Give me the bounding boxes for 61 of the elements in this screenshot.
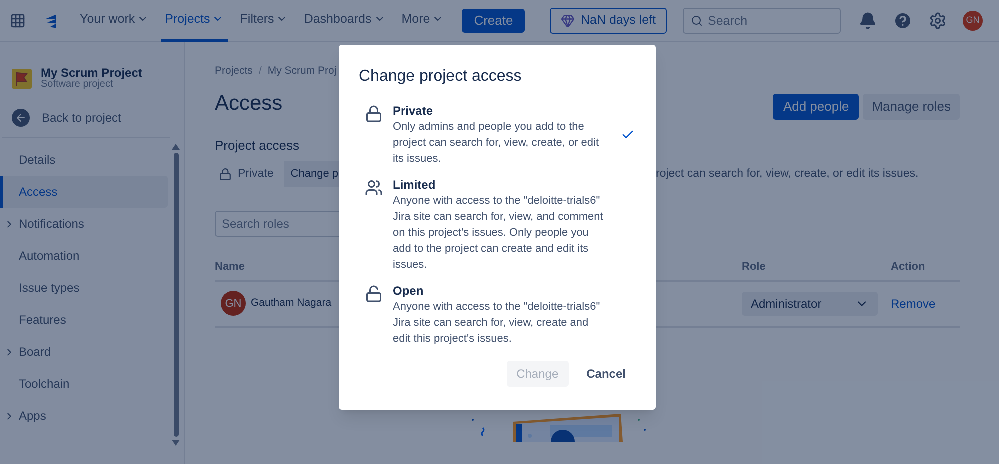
- manage-roles-button[interactable]: Manage roles: [863, 94, 960, 120]
- notifications-icon[interactable]: [859, 12, 877, 30]
- breadcrumb-link[interactable]: My Scrum Proj: [268, 64, 337, 80]
- create-button[interactable]: Create: [462, 8, 526, 32]
- section-heading: Project access: [215, 136, 300, 155]
- gem-icon: [560, 14, 575, 28]
- sidebar-item[interactable]: Notifications: [0, 208, 168, 240]
- breadcrumb-link[interactable]: Projects: [215, 64, 253, 80]
- trial-button[interactable]: NaN days left: [550, 8, 667, 34]
- nav-item[interactable]: Dashboards: [300, 0, 390, 42]
- project-name: My Scrum Project: [41, 67, 142, 79]
- sidebar-item[interactable]: Board: [0, 336, 168, 368]
- column-header: Name: [215, 261, 245, 274]
- access-option[interactable]: Private Only admins and people you add to the project can search for, view, create, or edit its issues.: [359, 103, 636, 167]
- sidebar-item[interactable]: Toolchain: [0, 368, 168, 400]
- project-type: Software project: [41, 79, 114, 91]
- sidebar-item[interactable]: Issue types: [0, 272, 168, 304]
- sidebar-item[interactable]: Automation: [0, 240, 168, 272]
- option-description: Anyone with access to the "deloitte-trials6" Jira site can search for, view, create and edit this project's issues.: [393, 300, 602, 347]
- nav-item[interactable]: Your work: [76, 0, 154, 42]
- lock-icon: [219, 168, 232, 181]
- option-name: Limited: [393, 177, 437, 193]
- search-field[interactable]: Search: [683, 8, 841, 34]
- settings-icon[interactable]: [929, 12, 947, 30]
- scroll-up-arrow-icon[interactable]: [172, 144, 180, 150]
- dialog-button[interactable]: Cancel: [576, 361, 636, 387]
- app-switcher-icon[interactable]: [10, 12, 26, 28]
- page-title: Access: [215, 91, 283, 117]
- sidebar-item[interactable]: Access: [0, 176, 168, 208]
- user-avatar: GN: [221, 291, 246, 316]
- unlocked-icon: [365, 285, 383, 303]
- column-header: Action: [891, 260, 926, 276]
- option-description: Only admins and people you add to the project can search for, view, create, or edit its issues.: [393, 120, 600, 167]
- sidebar-item[interactable]: Apps: [0, 400, 168, 432]
- access-option[interactable]: Open Anyone with access to the "deloitte-trials6" Jira site can search for, view, create and edit this project's issues.: [359, 283, 636, 347]
- access-description: roject can search for, view, create, or edit its issues.: [656, 166, 919, 182]
- scroll-down-arrow-icon[interactable]: [172, 440, 180, 446]
- dialog-title: Change project access: [359, 67, 523, 87]
- project-flag-icon: [12, 69, 32, 89]
- option-name: Private: [393, 103, 434, 119]
- back-link[interactable]: Back to project: [12, 109, 172, 137]
- sidebar-item[interactable]: Features: [0, 304, 168, 336]
- role-dropdown[interactable]: Administrator: [742, 292, 878, 316]
- scrollbar-thumb[interactable]: [174, 153, 178, 437]
- add-people-button[interactable]: Add people: [773, 94, 860, 120]
- option-name: Open: [393, 283, 425, 299]
- user-avatar[interactable]: GN: [963, 10, 983, 30]
- search-icon: [691, 14, 703, 26]
- sidebar-item[interactable]: Details: [0, 144, 168, 176]
- option-description: Anyone with access to the "deloitte-trials6" Jira site can search for, view, and comment on this project's issues. Only people you add to the project can create and edit its issues.: [393, 194, 604, 273]
- nav-item[interactable]: Filters: [236, 0, 292, 42]
- column-header: Role: [742, 261, 766, 274]
- user-name: Gautham Nagara: [251, 296, 332, 311]
- access-level: Private: [238, 166, 274, 182]
- help-icon[interactable]: [893, 10, 913, 30]
- people-icon: [365, 179, 383, 197]
- change-access-button[interactable]: Change p: [284, 161, 340, 188]
- breadcrumb-separator: /: [258, 64, 263, 79]
- lock-icon: [365, 105, 383, 123]
- nav-item[interactable]: More: [398, 0, 448, 42]
- remove-link[interactable]: Remove: [891, 294, 936, 313]
